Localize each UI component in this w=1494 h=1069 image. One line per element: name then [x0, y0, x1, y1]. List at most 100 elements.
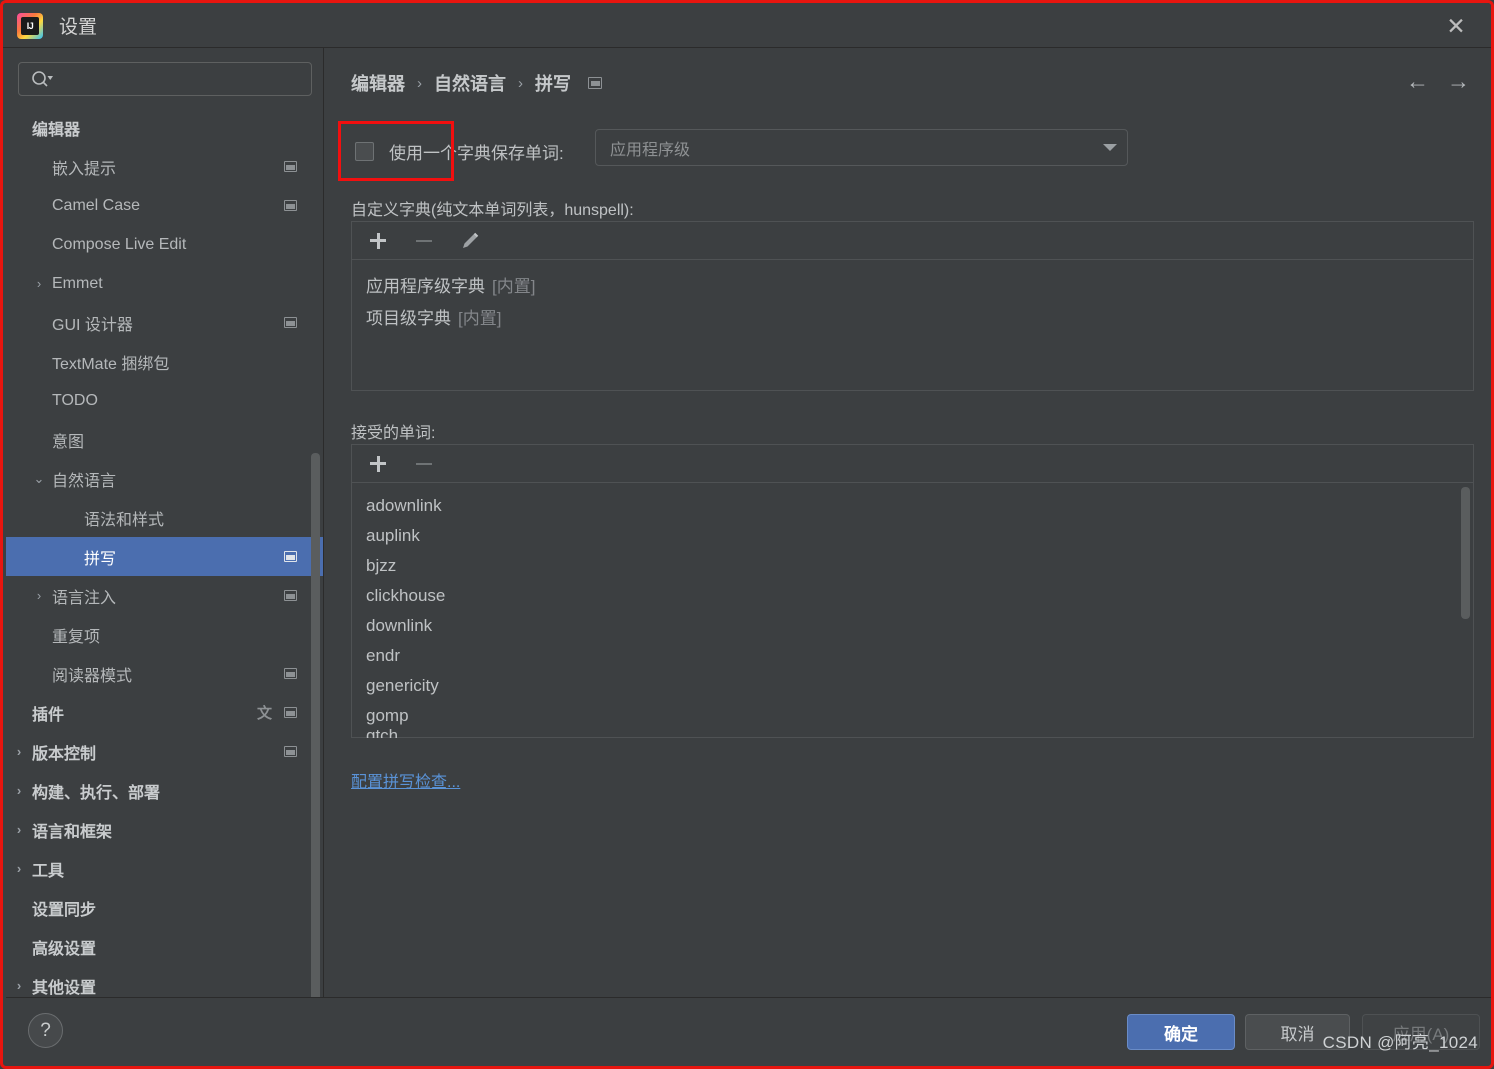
sidebar-item-label: TODO	[52, 391, 98, 409]
sidebar-item-label: 自然语言	[52, 472, 117, 490]
sidebar-item-12[interactable]: › 语言注入	[6, 576, 324, 615]
add-word-icon[interactable]	[366, 452, 390, 476]
dictionary-tag: [内置]	[492, 276, 536, 296]
sidebar-item-label: 版本控制	[32, 745, 97, 763]
accepted-word-item[interactable]: bjzz	[352, 551, 1473, 581]
dictionary-list-item[interactable]: 应用程序级字典 [内置]	[352, 268, 1473, 300]
sidebar-item-3[interactable]: Compose Live Edit	[6, 225, 324, 264]
sidebar-item-label: 编辑器	[32, 121, 81, 139]
intellij-logo-icon: IJ	[17, 12, 43, 39]
sidebar-item-11[interactable]: 拼写	[6, 537, 324, 576]
navigation-arrows: ← →	[1406, 68, 1470, 95]
add-dictionary-icon[interactable]	[366, 229, 390, 253]
sidebar-item-label: 插件	[32, 706, 65, 724]
sidebar-item-0[interactable]: 编辑器	[6, 108, 324, 147]
chevron-right-icon[interactable]: ›	[10, 978, 28, 993]
accepted-word-item[interactable]: clickhouse	[352, 581, 1473, 611]
save-words-row: 使用一个字典保存单词:	[338, 121, 564, 181]
sidebar-item-6[interactable]: TextMate 捆绑包	[6, 342, 324, 381]
scope-badge-icon	[284, 590, 297, 601]
forward-arrow-icon[interactable]: →	[1447, 68, 1470, 95]
chevron-right-icon[interactable]: ›	[10, 783, 28, 798]
translate-icon: 文	[256, 705, 272, 722]
dictionary-scope-dropdown[interactable]: 应用程序级	[595, 129, 1128, 166]
accepted-words-label: 接受的单词:	[351, 425, 436, 442]
scope-badge-icon	[284, 551, 297, 562]
sidebar-item-label: TextMate 捆绑包	[52, 355, 170, 373]
chevron-down-icon[interactable]: ⌄	[30, 471, 48, 487]
accepted-word-item[interactable]: gomp	[352, 701, 1473, 731]
breadcrumb: 编辑器 › 自然语言 › 拼写	[351, 70, 602, 96]
sidebar-item-17[interactable]: › 构建、执行、部署	[6, 771, 324, 810]
accepted-word-item[interactable]: genericity	[352, 671, 1473, 701]
titlebar: IJ 设置 ✕	[3, 3, 1491, 48]
accepted-word-item-clipped[interactable]: gtch	[366, 726, 398, 738]
sidebar-item-label: 构建、执行、部署	[32, 784, 161, 802]
accepted-words-toolbar	[352, 445, 1473, 483]
chevron-down-icon	[1103, 144, 1117, 151]
search-icon	[31, 70, 53, 88]
custom-dictionary-label: 自定义字典(纯文本单词列表，hunspell):	[351, 202, 634, 219]
sidebar-item-5[interactable]: GUI 设计器	[6, 303, 324, 342]
sidebar-item-13[interactable]: 重复项	[6, 615, 324, 654]
breadcrumb-separator: ›	[417, 74, 422, 92]
sidebar-item-19[interactable]: › 工具	[6, 849, 324, 888]
search-box[interactable]	[18, 62, 312, 96]
accepted-words-list[interactable]: adownlink auplink bjzz clickhouse downlink en…	[352, 483, 1473, 738]
dictionary-list-item[interactable]: 项目级字典 [内置]	[352, 300, 1473, 332]
settings-dialog: IJ 设置 ✕ 编辑器嵌入提示 Camel Case Compose Live Ed…	[0, 0, 1494, 1069]
custom-dictionary-list: 应用程序级字典 [内置] 项目级字典 [内置]	[352, 260, 1473, 332]
accepted-word-item[interactable]: endr	[352, 641, 1473, 671]
breadcrumb-item-editor[interactable]: 编辑器	[351, 70, 405, 96]
accepted-word-item[interactable]: downlink	[352, 611, 1473, 641]
chevron-right-icon[interactable]: ›	[30, 276, 48, 291]
chevron-right-icon[interactable]: ›	[10, 744, 28, 759]
sidebar-item-8[interactable]: 意图	[6, 420, 324, 459]
settings-sidebar: 编辑器嵌入提示 Camel Case Compose Live Edit › Emmet…	[6, 48, 324, 1003]
remove-word-icon[interactable]	[412, 452, 436, 476]
sidebar-item-4[interactable]: › Emmet	[6, 264, 324, 303]
sidebar-item-7[interactable]: TODO	[6, 381, 324, 420]
sidebar-item-21[interactable]: 高级设置	[6, 927, 324, 966]
chevron-right-icon[interactable]: ›	[10, 822, 28, 837]
help-button[interactable]: ?	[28, 1013, 63, 1048]
accepted-word-item[interactable]: auplink	[352, 521, 1473, 551]
sidebar-item-label: 意图	[52, 433, 85, 451]
project-scope-badge-icon	[588, 77, 602, 89]
dictionary-name: 项目级字典	[366, 308, 451, 328]
configure-spellchecker-link[interactable]: 配置拼写检查...	[351, 768, 460, 792]
save-words-checkbox[interactable]	[355, 141, 374, 161]
sidebar-item-20[interactable]: 设置同步	[6, 888, 324, 927]
close-icon[interactable]: ✕	[1435, 11, 1477, 41]
sidebar-item-9[interactable]: ⌄ 自然语言	[6, 459, 324, 498]
breadcrumb-item-natural-language[interactable]: 自然语言	[434, 70, 506, 96]
sidebar-item-16[interactable]: › 版本控制	[6, 732, 324, 771]
scope-badge-icon	[284, 317, 297, 328]
save-words-label: 使用一个字典保存单词:	[389, 143, 564, 163]
settings-tree: 编辑器嵌入提示 Camel Case Compose Live Edit › Emmet…	[6, 108, 324, 1003]
dictionary-scope-value: 应用程序级	[610, 141, 691, 159]
sidebar-scrollbar[interactable]	[311, 453, 320, 1003]
sidebar-item-18[interactable]: › 语言和框架	[6, 810, 324, 849]
dictionary-tag: [内置]	[458, 308, 502, 328]
chevron-right-icon[interactable]: ›	[10, 861, 28, 876]
sidebar-item-10[interactable]: 语法和样式	[6, 498, 324, 537]
sidebar-item-14[interactable]: 阅读器模式	[6, 654, 324, 693]
edit-dictionary-icon[interactable]	[458, 229, 482, 253]
search-input[interactable]	[53, 71, 311, 87]
sidebar-item-2[interactable]: Camel Case	[6, 186, 324, 225]
accepted-word-item[interactable]: adownlink	[352, 491, 1473, 521]
remove-dictionary-icon[interactable]	[412, 229, 436, 253]
scope-badge-icon	[284, 200, 297, 211]
dictionary-name: 应用程序级字典	[366, 276, 485, 296]
sidebar-item-15[interactable]: 插件 文	[6, 693, 324, 732]
custom-dictionary-toolbar	[352, 222, 1473, 260]
accepted-words-scrollbar[interactable]	[1461, 487, 1470, 619]
watermark: CSDN @阿亮_1024	[1322, 1033, 1478, 1052]
scope-badge-icon	[284, 161, 297, 172]
sidebar-item-label: 语言注入	[52, 589, 117, 607]
ok-button[interactable]: 确定	[1127, 1014, 1235, 1050]
back-arrow-icon[interactable]: ←	[1406, 68, 1429, 95]
chevron-right-icon[interactable]: ›	[30, 588, 48, 603]
sidebar-item-1[interactable]: 嵌入提示	[6, 147, 324, 186]
